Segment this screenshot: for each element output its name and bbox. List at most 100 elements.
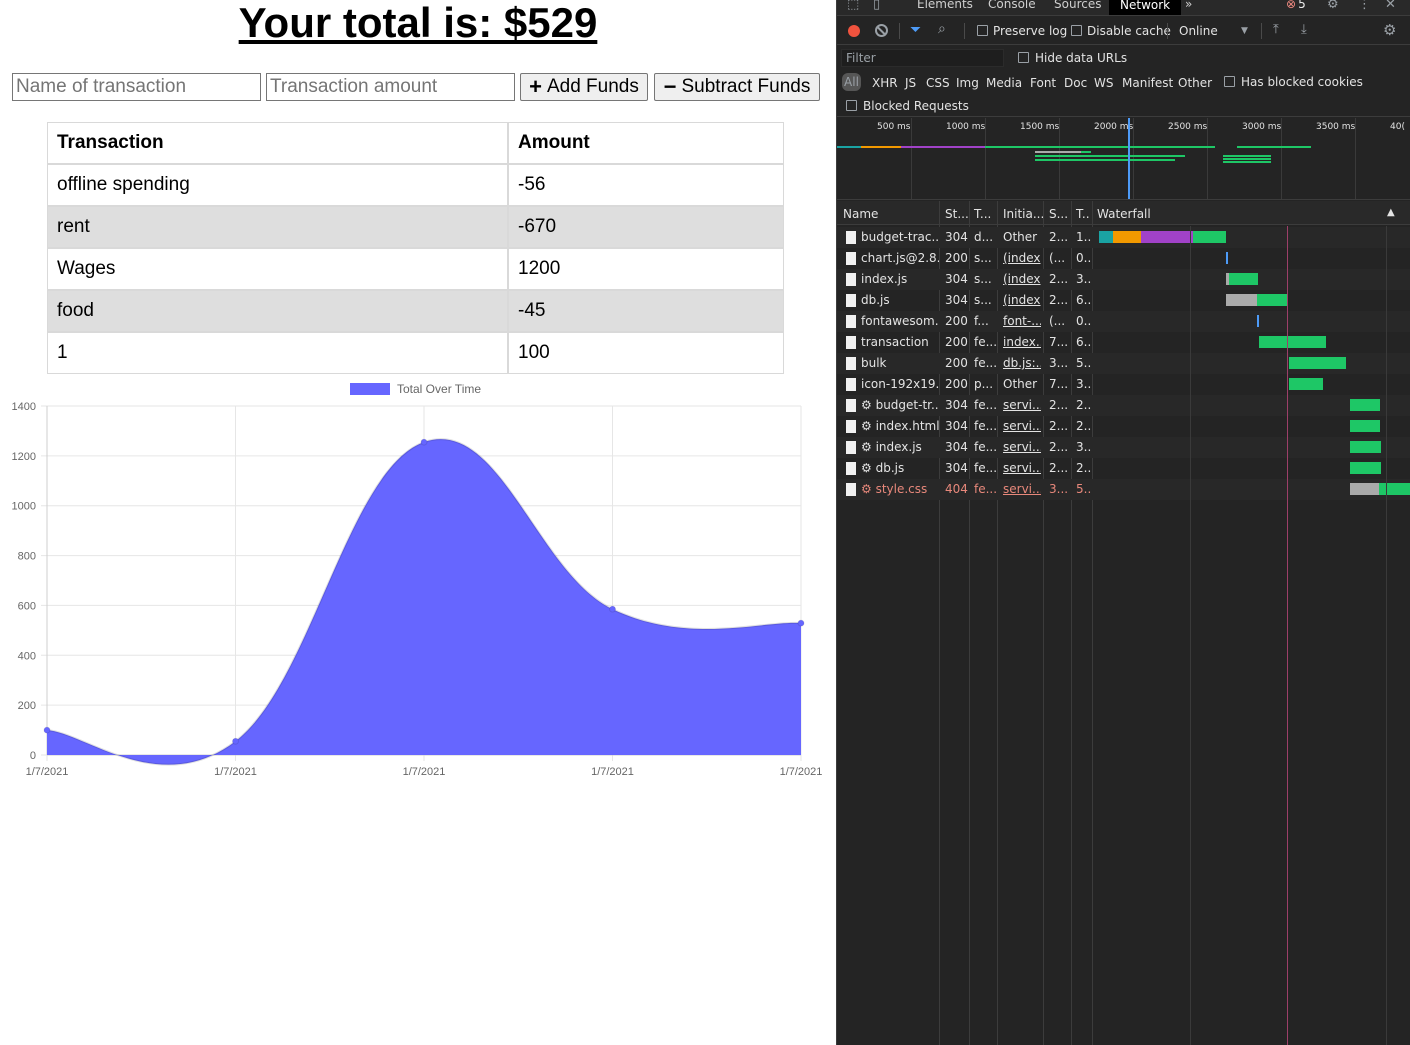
column-header-initiator[interactable]: Initia... — [1003, 207, 1044, 221]
hide-data-urls-checkbox[interactable] — [1018, 52, 1029, 63]
request-initiator-cell[interactable]: (index) — [1003, 272, 1041, 286]
request-initiator-cell[interactable]: (index) — [1003, 293, 1041, 307]
waterfall-bar — [1289, 378, 1323, 390]
overview-bar — [1223, 155, 1271, 157]
network-request-row[interactable]: chart.js@2.8.0 200 s... (index) (... 0... — [837, 248, 1410, 269]
transaction-name-input[interactable] — [12, 73, 261, 101]
tab-network[interactable]: Network — [1109, 0, 1182, 15]
network-request-row[interactable]: ⚙ style.css 404 fe... servi... 3... 5... — [837, 479, 1410, 500]
tab-elements[interactable]: Elements — [917, 0, 973, 11]
request-initiator-cell[interactable]: db.js:... — [1003, 356, 1041, 370]
sort-ascending-icon[interactable]: ▲ — [1387, 207, 1395, 218]
filter-type-media[interactable]: Media — [986, 76, 1022, 90]
filter-type-other[interactable]: Other — [1178, 76, 1212, 90]
search-icon[interactable]: ⌕ — [938, 21, 946, 37]
blocked-requests-checkbox[interactable] — [846, 100, 857, 111]
request-initiator-cell[interactable]: servi... — [1003, 482, 1041, 496]
preserve-log-label: Preserve log — [993, 24, 1068, 38]
filter-type-css[interactable]: CSS — [926, 76, 950, 90]
request-status-cell: 304 — [945, 461, 968, 475]
network-request-row[interactable]: icon-192x19... 200 p... Other 7... 3... — [837, 374, 1410, 395]
throttling-select[interactable]: Online — [1179, 24, 1218, 38]
waterfall-bar — [1350, 462, 1381, 474]
data-point — [609, 605, 616, 613]
request-initiator-cell[interactable]: index... — [1003, 335, 1041, 349]
network-request-row[interactable]: ⚙ index.js 304 fe... servi... 2... 3... — [837, 437, 1410, 458]
filter-input[interactable]: Filter — [841, 49, 1004, 67]
column-header-type[interactable]: T... — [974, 207, 991, 221]
more-options-icon[interactable]: ⋮ — [1358, 0, 1371, 12]
request-size-cell: 2... — [1049, 230, 1069, 244]
request-size-cell: 2... — [1049, 293, 1069, 307]
network-request-row[interactable]: index.js 304 s... (index) 2... 3... — [837, 269, 1410, 290]
clear-icon[interactable] — [875, 24, 888, 37]
network-request-row[interactable]: ⚙ db.js 304 fe... servi... 2... 2... — [837, 458, 1410, 479]
toolbar-divider — [1167, 23, 1168, 39]
table-row: food -45 — [47, 290, 784, 332]
request-initiator-cell[interactable]: servi... — [1003, 398, 1041, 412]
waterfall-bar — [1229, 273, 1258, 285]
column-header-waterfall[interactable]: Waterfall — [1097, 207, 1151, 221]
filter-type-doc[interactable]: Doc — [1064, 76, 1087, 90]
request-initiator-cell[interactable]: servi... — [1003, 419, 1041, 433]
column-header-name[interactable]: Name — [843, 207, 878, 221]
filter-type-all[interactable]: All — [842, 73, 861, 91]
import-har-icon[interactable]: ⤒ — [1273, 22, 1279, 37]
export-har-icon[interactable]: ⤓ — [1301, 22, 1307, 37]
request-time-cell: 0... — [1076, 251, 1092, 265]
tab-sources[interactable]: Sources — [1054, 0, 1101, 11]
service-worker-gear-icon: ⚙ — [861, 461, 876, 475]
close-devtools-icon[interactable]: ✕ — [1385, 0, 1396, 12]
filter-type-ws[interactable]: WS — [1094, 76, 1113, 90]
request-initiator-cell: Other — [1003, 377, 1038, 391]
column-header-status[interactable]: St... — [945, 207, 969, 221]
has-blocked-cookies-checkbox[interactable] — [1224, 76, 1235, 87]
network-request-row[interactable]: ⚙ index.html 304 fe... servi... 2... 2... — [837, 416, 1410, 437]
overview-bar — [901, 146, 985, 148]
network-request-row[interactable]: ⚙ budget-tr... 304 fe... servi... 2... 2... — [837, 395, 1410, 416]
waterfall-gridline — [1386, 226, 1387, 1045]
settings-gear-icon[interactable]: ⚙ — [1327, 0, 1339, 12]
request-name-text: style.css — [875, 482, 928, 496]
budget-app: Your total is: $529 + Add Funds − Subtra… — [0, 0, 836, 1045]
request-size-cell: 2... — [1049, 272, 1069, 286]
network-request-row[interactable]: db.js 304 s... (index) 2... 6... — [837, 290, 1410, 311]
more-tabs-icon[interactable]: » — [1185, 0, 1192, 11]
table-header-row: Transaction Amount — [47, 122, 784, 164]
preserve-log-checkbox[interactable] — [977, 25, 988, 36]
request-initiator-cell[interactable]: servi... — [1003, 440, 1041, 454]
network-overview-timeline[interactable]: 500 ms 1000 ms 1500 ms 2000 ms 2500 ms 3… — [837, 118, 1410, 200]
subtract-funds-button[interactable]: − Subtract Funds — [654, 73, 820, 101]
device-toolbar-icon[interactable]: ▯ — [873, 0, 880, 12]
filter-icon[interactable]: ⏷ — [910, 22, 921, 38]
filter-type-js[interactable]: JS — [905, 76, 916, 90]
request-name-text: index.js — [875, 440, 922, 454]
inspect-element-icon[interactable]: ⬚ — [847, 0, 859, 12]
table-row: Wages 1200 — [47, 248, 784, 290]
transaction-amount-input[interactable] — [266, 73, 515, 101]
request-time-cell: 2... — [1076, 461, 1092, 475]
filter-type-manifest[interactable]: Manifest — [1122, 76, 1173, 90]
tab-console[interactable]: Console — [988, 0, 1036, 11]
request-name-cell: fontawesom... — [861, 314, 939, 328]
request-initiator-cell[interactable]: (index) — [1003, 251, 1041, 265]
add-funds-button[interactable]: + Add Funds — [520, 73, 648, 101]
filter-type-img[interactable]: Img — [956, 76, 979, 90]
request-time-cell: 2... — [1076, 419, 1092, 433]
network-request-row[interactable]: bulk 200 fe... db.js:... 3... 5... — [837, 353, 1410, 374]
error-count-badge[interactable]: ⊗ 5 — [1286, 0, 1306, 11]
column-header-time[interactable]: T.. — [1076, 207, 1090, 221]
overview-bar — [1081, 151, 1091, 153]
request-initiator-cell[interactable]: font-... — [1003, 314, 1041, 328]
network-request-row[interactable]: transaction 200 fe... index... 7... 6... — [837, 332, 1410, 353]
network-settings-gear-icon[interactable]: ⚙ — [1383, 21, 1396, 39]
filter-type-xhr[interactable]: XHR — [872, 76, 898, 90]
request-initiator-cell[interactable]: servi... — [1003, 461, 1041, 475]
network-request-row[interactable]: fontawesom... 200 f... font-... (... 0... — [837, 311, 1410, 332]
network-request-row[interactable]: budget-trac... 304 d... Other 2... 1... — [837, 227, 1410, 248]
filter-type-font[interactable]: Font — [1030, 76, 1056, 90]
column-header-size[interactable]: S... — [1049, 207, 1068, 221]
record-icon[interactable] — [848, 25, 860, 37]
overview-bar — [837, 146, 861, 148]
disable-cache-checkbox[interactable] — [1071, 25, 1082, 36]
